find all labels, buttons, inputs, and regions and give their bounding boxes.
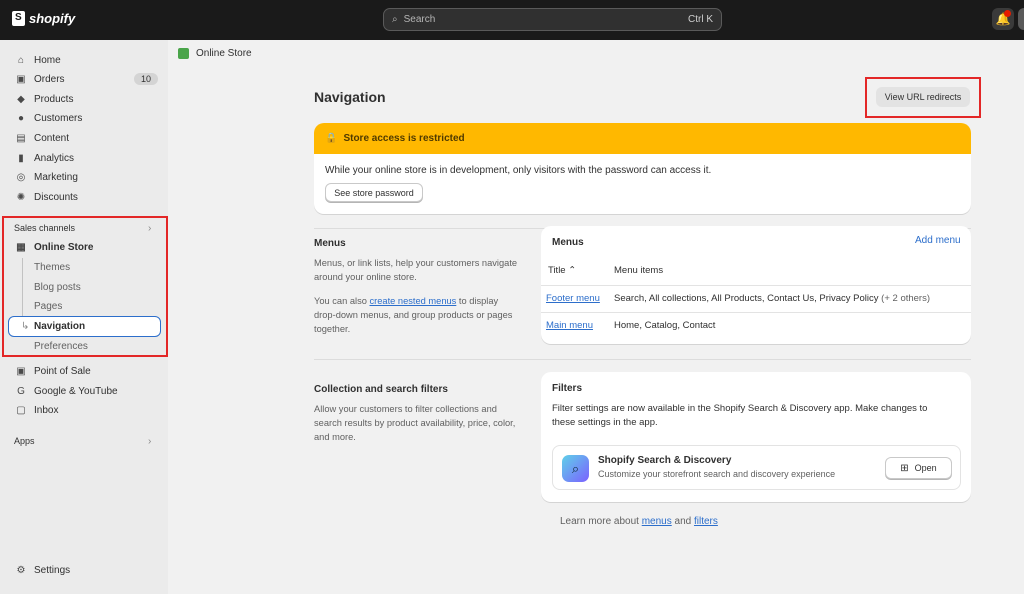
column-label: Title xyxy=(548,265,566,276)
divider xyxy=(314,359,971,360)
sidebar-item-label: Home xyxy=(34,54,61,66)
main-menu-link[interactable]: Main menu xyxy=(546,320,593,331)
page-title: Navigation xyxy=(314,89,386,105)
menus-card-title: Menus xyxy=(552,237,584,248)
avatar[interactable] xyxy=(1018,8,1024,30)
pos-icon: ▣ xyxy=(16,365,26,377)
breadcrumb[interactable]: Online Store xyxy=(178,48,252,59)
breadcrumb-label: Online Store xyxy=(196,48,252,59)
sidebar-item-products[interactable]: ◆ Products xyxy=(8,90,160,108)
banner-text: While your online store is in developmen… xyxy=(325,165,712,176)
notification-dot xyxy=(1004,10,1011,17)
menus-section-description: Menus, or link lists, help your customer… xyxy=(314,258,518,282)
sort-icon: ⌃ xyxy=(568,265,577,276)
google-icon: G xyxy=(17,385,25,397)
sidebar-item-label: Google & YouTube xyxy=(34,385,118,397)
menus-section-nested-text: You can also create nested menus to disp… xyxy=(314,294,519,336)
sidebar-item-settings[interactable]: ⚙ Settings xyxy=(8,561,160,579)
filters-section-title: Collection and search filters xyxy=(314,384,448,395)
sidebar-item-label: Analytics xyxy=(34,152,75,164)
sidebar-item-label: Discounts xyxy=(34,191,78,203)
column-header-menu-items: Menu items xyxy=(614,265,664,276)
sidebar-item-analytics[interactable]: ▮ Analytics xyxy=(8,149,160,167)
filters-card-text: Filter settings are now available in the… xyxy=(552,403,928,428)
sidebar-item-home[interactable]: ⌂ Home xyxy=(8,51,160,69)
inbox-icon: ▢ xyxy=(16,404,26,416)
online-store-icon xyxy=(178,48,189,59)
person-icon: ● xyxy=(17,112,25,124)
shopify-logo[interactable]: shopify xyxy=(12,11,75,26)
filters-card: Filters Filter settings are now availabl… xyxy=(541,372,971,502)
menu-items-extra: (+ 2 others) xyxy=(881,293,931,304)
bar-chart-icon: ▮ xyxy=(18,152,24,164)
banner-header: 🔒 Store access is restricted xyxy=(314,123,971,154)
row-divider xyxy=(541,312,971,313)
sidebar-item-label: Point of Sale xyxy=(34,365,91,377)
sidebar-item-point-of-sale[interactable]: ▣ Point of Sale xyxy=(8,362,160,380)
sidebar-item-orders[interactable]: ▣ Orders 10 xyxy=(8,70,160,88)
sidebar-item-label: Inbox xyxy=(34,404,59,416)
gear-icon: ⚙ xyxy=(16,564,26,576)
text: Learn more about xyxy=(560,516,642,527)
filters-help-link[interactable]: filters xyxy=(694,516,718,527)
sidebar-item-inbox[interactable]: ▢ Inbox xyxy=(8,401,160,419)
app-listing: ⌕ Shopify Search & Discovery Customize y… xyxy=(552,445,961,490)
brand-name: shopify xyxy=(29,11,76,26)
store-access-banner: 🔒 Store access is restricted While your … xyxy=(314,123,971,214)
sidebar-item-label: Products xyxy=(34,93,74,105)
learn-more-text: Learn more about menus and filters xyxy=(560,516,718,527)
app-description: Customize your storefront search and dis… xyxy=(598,469,836,479)
highlight-box-sidebar xyxy=(2,216,168,357)
open-label: Open xyxy=(914,463,937,473)
search-shortcut: Ctrl K xyxy=(688,14,713,25)
see-store-password-button[interactable]: See store password xyxy=(325,183,423,202)
sidebar-item-label: Orders xyxy=(34,73,65,85)
search-bar[interactable]: ⌕ Search Ctrl K xyxy=(383,8,722,31)
content-icon: ▤ xyxy=(16,132,26,144)
target-icon: ◎ xyxy=(16,171,26,183)
filters-card-title: Filters xyxy=(552,383,583,394)
tag-icon: ◆ xyxy=(17,93,25,105)
sidebar-item-content[interactable]: ▤ Content xyxy=(8,129,160,147)
search-icon: ⌕ xyxy=(392,14,398,25)
sidebar-item-marketing[interactable]: ◎ Marketing xyxy=(8,168,160,186)
menus-card: Menus Add menu Title ⌃ Menu items Footer… xyxy=(541,226,971,344)
apps-label[interactable]: Apps xyxy=(14,436,35,446)
sidebar-item-discounts[interactable]: ✺ Discounts xyxy=(8,188,160,206)
highlight-box-redirects xyxy=(865,77,981,118)
home-icon: ⌂ xyxy=(17,54,25,66)
open-app-icon: ⊞ xyxy=(900,462,909,474)
menus-help-link[interactable]: menus xyxy=(642,516,672,527)
create-nested-menus-link[interactable]: create nested menus xyxy=(369,296,456,306)
table-cell-menu-items: Search, All collections, All Products, C… xyxy=(614,293,930,304)
footer-menu-link[interactable]: Footer menu xyxy=(546,293,600,304)
sidebar-item-label: Settings xyxy=(34,564,71,576)
discount-icon: ✺ xyxy=(16,191,26,203)
sidebar-item-label: Content xyxy=(34,132,70,144)
banner-title: Store access is restricted xyxy=(343,133,465,144)
menu-items-text: Search, All collections, All Products, C… xyxy=(614,293,879,304)
lock-icon: 🔒 xyxy=(325,133,338,144)
table-cell-menu-items: Home, Catalog, Contact xyxy=(614,320,716,331)
orders-icon: ▣ xyxy=(16,73,26,85)
filters-section-description: Allow your customers to filter collectio… xyxy=(314,404,516,442)
text: You can also xyxy=(314,296,370,306)
sidebar-item-customers[interactable]: ● Customers xyxy=(8,109,160,127)
text: and xyxy=(671,516,694,527)
menus-section-title: Menus xyxy=(314,238,346,249)
open-app-button[interactable]: ⊞ Open xyxy=(885,457,952,479)
sidebar-item-label: Marketing xyxy=(34,171,78,183)
add-menu-button[interactable]: Add menu xyxy=(915,235,961,246)
sidebar-item-google-youtube[interactable]: G Google & YouTube xyxy=(8,382,160,400)
row-divider xyxy=(541,285,971,286)
shopify-bag-icon xyxy=(12,11,25,26)
search-discovery-app-icon: ⌕ xyxy=(562,455,589,482)
chevron-right-icon[interactable]: › xyxy=(148,436,151,447)
app-name: Shopify Search & Discovery xyxy=(598,455,732,466)
column-header-title[interactable]: Title ⌃ xyxy=(548,265,576,276)
sidebar-item-label: Customers xyxy=(34,112,83,124)
orders-count-badge: 10 xyxy=(133,73,158,85)
search-placeholder: Search xyxy=(403,14,436,25)
